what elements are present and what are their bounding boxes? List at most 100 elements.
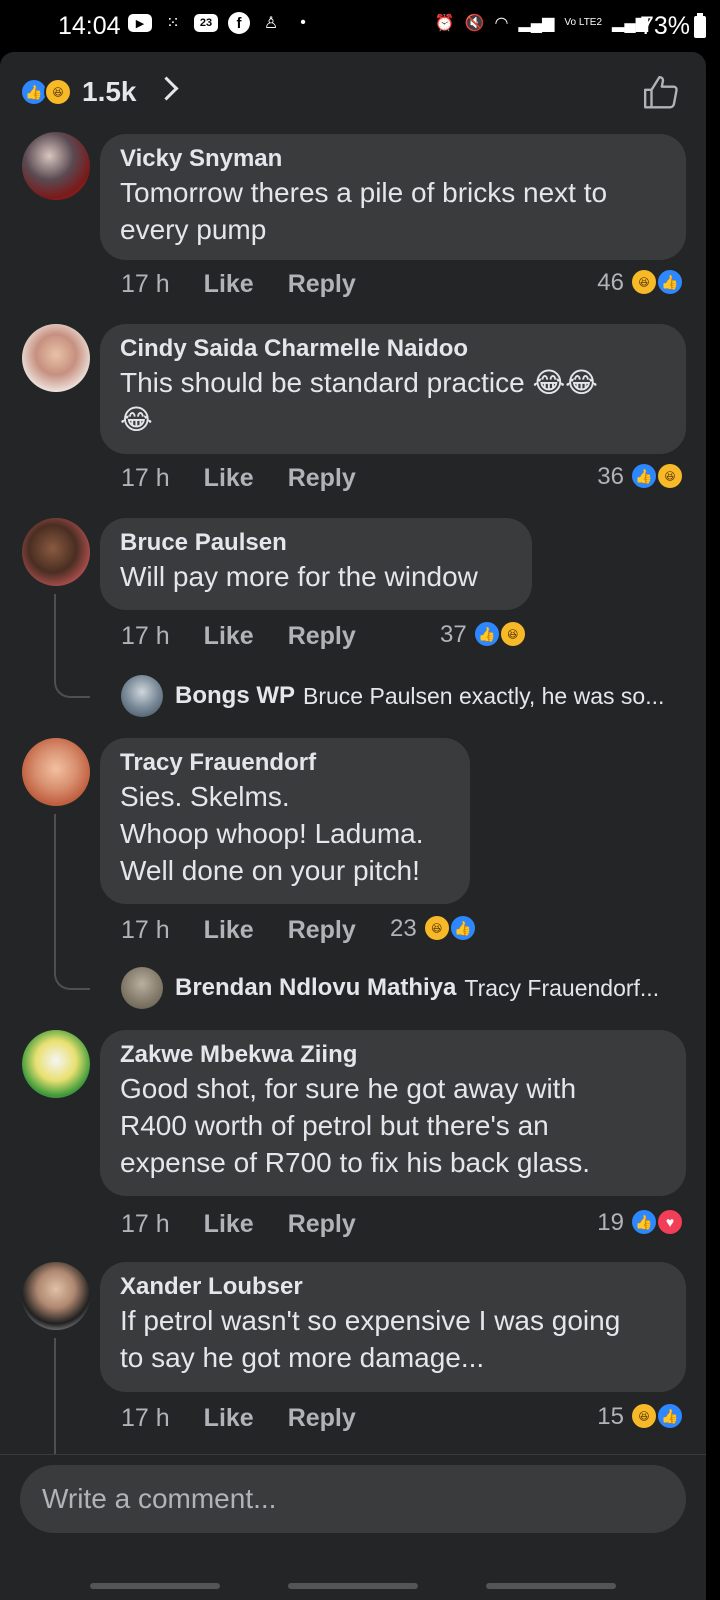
like-button[interactable]: Like xyxy=(204,1210,254,1239)
reply-avatar[interactable] xyxy=(121,675,163,717)
comment-text-line: expense of R700 to fix his back glass. xyxy=(120,1147,591,1178)
reply-button[interactable]: Reply xyxy=(288,622,356,651)
comment-bubble[interactable]: Bruce Paulsen Will pay more for the wind… xyxy=(100,518,532,610)
avatar[interactable] xyxy=(22,518,90,586)
comment-author[interactable]: Xander Loubser xyxy=(120,1272,666,1302)
avatar[interactable] xyxy=(22,1262,90,1330)
comment-bubble[interactable]: Xander Loubser If petrol wasn't so expen… xyxy=(100,1262,686,1392)
comment-text-line: Well done on your pitch! xyxy=(120,855,420,886)
comment-author[interactable]: Zakwe Mbekwa Ziing xyxy=(120,1040,666,1070)
notification-icons: ▶ ⁙ 23 f ♙ • xyxy=(128,12,314,34)
like-button[interactable]: Like xyxy=(204,622,254,651)
comment-bubble[interactable]: Tracy Frauendorf Sies. Skelms. Whoop who… xyxy=(100,738,470,904)
comment-reaction-count[interactable]: 37 👍 😆 xyxy=(440,620,529,650)
comment-time: 17 h xyxy=(121,1404,170,1432)
alarm-icon: ⏰ xyxy=(434,15,455,32)
reply-author[interactable]: Brendan Ndlovu Mathiya xyxy=(175,974,456,1002)
nav-recents-indicator[interactable] xyxy=(90,1583,220,1589)
like-outline-icon[interactable] xyxy=(642,74,680,112)
like-button[interactable]: Like xyxy=(204,270,254,299)
dots-app-icon: ⁙ xyxy=(166,15,180,32)
reaction-number: 15 xyxy=(597,1403,624,1430)
reply-preview[interactable]: Bongs WP Bruce Paulsen exactly, he was s… xyxy=(121,674,691,718)
haha-reaction-icon: 😆 xyxy=(630,268,658,296)
battery-icon xyxy=(694,13,706,38)
like-button[interactable]: Like xyxy=(204,1404,254,1433)
reaction-number: 36 xyxy=(597,463,624,490)
comment-author[interactable]: Bruce Paulsen xyxy=(120,528,512,558)
reaction-number: 37 xyxy=(440,621,467,648)
comment-reaction-count[interactable]: 15 😆 👍 xyxy=(597,1402,686,1432)
avatar[interactable] xyxy=(22,324,90,392)
comment-author[interactable]: Cindy Saida Charmelle Naidoo xyxy=(120,334,666,364)
like-reaction-icon: 👍 xyxy=(656,1402,684,1430)
comment-time: 17 h xyxy=(121,270,170,298)
reply-button[interactable]: Reply xyxy=(288,464,356,493)
reply-avatar[interactable] xyxy=(121,967,163,1009)
reply-button[interactable]: Reply xyxy=(288,916,356,945)
comment-actions: 17 h Like Reply xyxy=(121,916,356,945)
like-reaction-icon: 👍 xyxy=(472,620,501,648)
comment-reaction-count[interactable]: 46 😆 👍 xyxy=(597,268,686,298)
avatar[interactable] xyxy=(22,738,90,806)
comment-reaction-count[interactable]: 23 😆 👍 xyxy=(390,914,479,944)
comment-author[interactable]: Vicky Snyman xyxy=(120,144,666,174)
comment-text-line: Whoop whoop! Laduma. xyxy=(120,818,424,849)
app-notification-icon: ♙ xyxy=(263,15,279,32)
reply-snippet: Tracy Frauendorf... xyxy=(464,974,660,1001)
comment-time: 17 h xyxy=(121,916,170,944)
comment-time: 17 h xyxy=(121,1210,170,1238)
love-reaction-icon: ♥ xyxy=(656,1208,684,1236)
like-reaction-icon: 👍 xyxy=(630,462,658,490)
haha-reaction-icon: 😆 xyxy=(656,462,684,490)
reply-author[interactable]: Bongs WP xyxy=(175,682,295,710)
nav-home-indicator[interactable] xyxy=(288,1583,418,1589)
comment-bubble[interactable]: Cindy Saida Charmelle Naidoo This should… xyxy=(100,324,686,454)
reply-button[interactable]: Reply xyxy=(288,1404,356,1433)
like-reaction-icon: 👍 xyxy=(630,1208,658,1236)
reaction-number: 46 xyxy=(597,269,624,296)
comment-text-line: Good shot, for sure he got away with xyxy=(120,1073,577,1104)
comment-text-line: Will pay more for the window xyxy=(120,561,478,592)
comment-input[interactable] xyxy=(20,1465,686,1533)
reply-button[interactable]: Reply xyxy=(288,270,356,299)
reply-snippet: Bruce Paulsen exactly, he was so... xyxy=(303,682,665,709)
comment-text-line: to say he got more damage... xyxy=(120,1342,485,1373)
reply-thread-line xyxy=(54,594,90,698)
reply-preview[interactable]: Brendan Ndlovu Mathiya Tracy Frauendorf.… xyxy=(121,966,691,1010)
comment-time: 17 h xyxy=(121,622,170,650)
nav-back-indicator[interactable] xyxy=(486,1583,616,1589)
signal-icon: ▂▄▆ xyxy=(518,15,555,32)
comment-reaction-count[interactable]: 36 👍 😆 xyxy=(597,462,686,492)
calendar-icon: 23 xyxy=(194,14,218,32)
reactions-header[interactable]: 👍 😆 1.5k xyxy=(0,52,706,132)
comment-text-line: If petrol wasn't so expensive I was goin… xyxy=(120,1305,621,1336)
wifi-icon: ◠ xyxy=(494,15,509,32)
youtube-icon: ▶ xyxy=(128,14,152,32)
comment-reaction-count[interactable]: 19 👍 ♥ xyxy=(597,1208,686,1238)
avatar[interactable] xyxy=(22,1030,90,1098)
reply-button[interactable]: Reply xyxy=(288,1210,356,1239)
system-nav-bar xyxy=(0,1579,706,1589)
haha-reaction-icon: 😆 xyxy=(422,914,451,942)
reply-thread-line xyxy=(54,1338,56,1454)
reaction-icons: 👍 😆 xyxy=(20,78,76,108)
avatar[interactable] xyxy=(22,132,90,200)
comment-bubble[interactable]: Zakwe Mbekwa Ziing Good shot, for sure h… xyxy=(100,1030,686,1196)
comment-actions: 17 h Like Reply xyxy=(121,270,356,299)
haha-reaction-icon: 😆 xyxy=(498,620,527,648)
comment-composer xyxy=(0,1454,706,1600)
comment-time: 17 h xyxy=(121,464,170,492)
like-button[interactable]: Like xyxy=(204,464,254,493)
comment-bubble[interactable]: Vicky Snyman Tomorrow theres a pile of b… xyxy=(100,134,686,260)
battery-percent: 73% xyxy=(639,12,690,40)
like-button[interactable]: Like xyxy=(204,916,254,945)
comment-text-line: Tomorrow theres a pile of bricks next to xyxy=(120,177,608,208)
chevron-right-icon[interactable] xyxy=(154,76,179,101)
status-bar: 14:04 ▶ ⁙ 23 f ♙ • ⏰ 🔇 ◠ ▂▄▆ Vo LTE2 ▂▄▆… xyxy=(0,0,720,52)
haha-reaction-icon: 😆 xyxy=(44,78,72,106)
reaction-number: 19 xyxy=(597,1209,624,1236)
comment-author[interactable]: Tracy Frauendorf xyxy=(120,748,450,778)
comment-actions: 17 h Like Reply xyxy=(121,622,356,651)
like-reaction-icon: 👍 xyxy=(656,268,684,296)
